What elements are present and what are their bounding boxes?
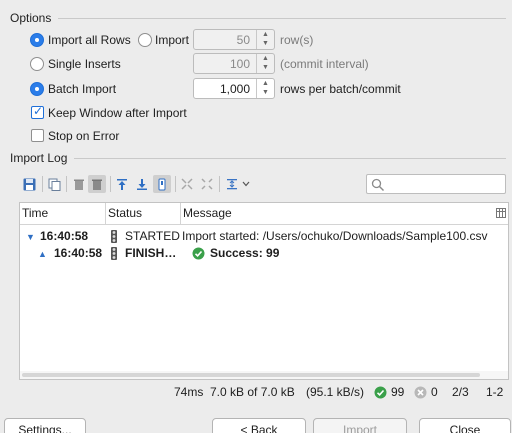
traffic-light-icon [111, 246, 117, 266]
import-rows-stepper: 50 ▲ ▼ [193, 29, 275, 50]
commit-interval-value: 100 [229, 57, 250, 71]
stop-on-error-label[interactable]: Stop on Error [48, 129, 119, 143]
stepper-arrows-icon: ▲ ▼ [256, 54, 274, 73]
settings-button[interactable]: Settings... [4, 418, 86, 433]
back-button[interactable]: < Back [212, 418, 306, 433]
success-count: 99 [391, 385, 405, 399]
import-n-rows-label[interactable]: Import [155, 33, 189, 47]
commit-interval-unit: (commit interval) [280, 57, 369, 71]
scroll-top-icon[interactable] [113, 175, 131, 193]
toolbar-divider [66, 176, 67, 192]
toolbar-divider [219, 176, 220, 192]
toolbar-divider [175, 176, 176, 192]
horizontal-scrollbar[interactable] [20, 371, 508, 379]
success-count-icon [374, 386, 387, 402]
expand-all-icon[interactable] [178, 175, 196, 193]
toolbar-divider [110, 176, 111, 192]
import-button[interactable]: Import [313, 418, 407, 433]
log-search-input[interactable] [366, 174, 506, 194]
elapsed-time: 74ms [174, 385, 204, 399]
batch-import-label[interactable]: Batch Import [48, 82, 116, 96]
error-count-icon [414, 386, 427, 402]
keep-window-label[interactable]: Keep Window after Import [48, 106, 187, 120]
scroll-bottom-icon[interactable] [133, 175, 151, 193]
scrollbar-thumb[interactable] [22, 373, 480, 377]
transfer-rate: (95.1 kB/s) [306, 385, 365, 399]
import-log-table[interactable]: Time Status Message ▼ 16:40:58 STARTED I… [19, 202, 509, 380]
search-icon [371, 178, 385, 192]
batch-size-value[interactable]: 1,000 [220, 82, 250, 96]
import-log-title: Import Log [10, 151, 68, 165]
row-time: 16:40:58 [54, 246, 103, 260]
chevron-down-icon[interactable] [239, 175, 253, 193]
column-header-status[interactable]: Status [106, 203, 181, 225]
stop-on-error-checkbox[interactable] [31, 129, 44, 142]
column-header-time[interactable]: Time [20, 203, 106, 225]
batch-size-stepper[interactable]: 1,000 ▲ ▼ [193, 78, 275, 99]
close-button[interactable]: Close [419, 418, 511, 433]
error-count: 0 [431, 385, 438, 399]
import-n-rows-radio[interactable] [138, 33, 152, 47]
step-indicator: 2/3 [452, 385, 469, 399]
collapse-all-icon[interactable] [198, 175, 216, 193]
single-inserts-label[interactable]: Single Inserts [48, 57, 121, 71]
collapse-triangle-icon[interactable]: ▲ [38, 244, 47, 264]
column-header-message[interactable]: Message [181, 203, 495, 225]
copy-icon[interactable] [45, 175, 63, 193]
import-all-rows-label[interactable]: Import all Rows [48, 33, 131, 47]
batch-size-unit: rows per batch/commit [280, 82, 401, 96]
commit-interval-stepper: 100 ▲ ▼ [193, 53, 275, 74]
stepper-arrows-icon[interactable]: ▲ ▼ [256, 79, 274, 98]
trash-icon[interactable] [70, 175, 88, 193]
import-all-rows-radio[interactable] [30, 33, 44, 47]
keep-window-checkbox[interactable] [31, 104, 44, 119]
stepper-arrows-icon: ▲ ▼ [256, 30, 274, 49]
single-inserts-radio[interactable] [30, 57, 44, 71]
transfer-progress: 7.0 kB of 7.0 kB [210, 385, 295, 399]
import-rows-value: 50 [236, 33, 250, 47]
save-icon[interactable] [20, 175, 38, 193]
options-title: Options [10, 11, 52, 25]
import-log-separator [74, 158, 506, 159]
batch-import-radio[interactable] [30, 82, 44, 96]
autoscroll-toggle-icon[interactable] [153, 175, 171, 193]
toolbar-divider [42, 176, 43, 192]
row-status: FINISH… [125, 246, 177, 260]
clear-filter-icon[interactable] [88, 175, 106, 193]
options-separator [58, 18, 506, 19]
success-check-icon [192, 246, 205, 266]
table-row[interactable]: ▲ 16:40:58 FINISH… Success: 99 [20, 243, 508, 265]
column-chooser-icon[interactable] [495, 203, 508, 225]
row-message: Success: 99 [210, 246, 280, 260]
row-range: 1-2 [486, 385, 504, 399]
import-rows-unit: row(s) [280, 33, 314, 47]
